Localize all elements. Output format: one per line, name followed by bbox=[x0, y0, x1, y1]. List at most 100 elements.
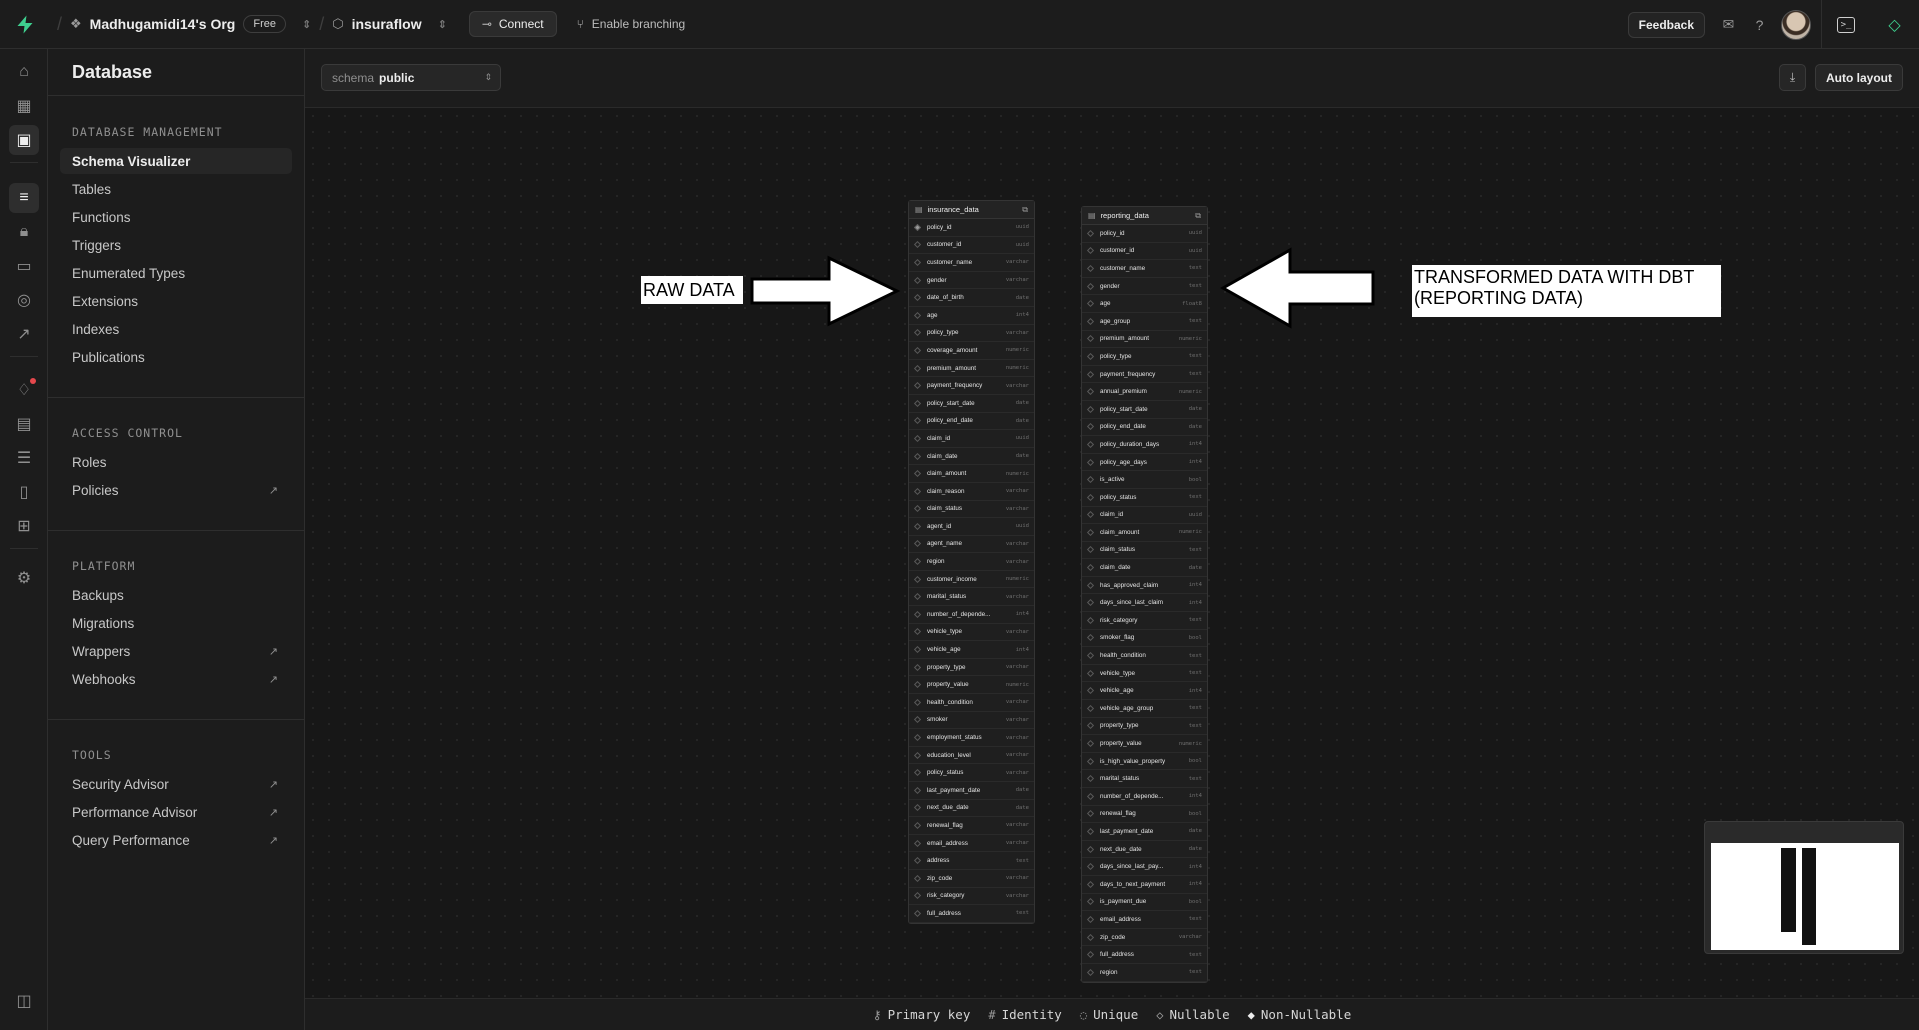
api-docs-icon[interactable]: ▯ bbox=[9, 477, 39, 507]
table-column-row[interactable]: vehicle_type varchar bbox=[909, 624, 1034, 642]
table-column-row[interactable]: health_condition text bbox=[1082, 647, 1207, 665]
table-column-row[interactable]: vehicle_type text bbox=[1082, 665, 1207, 683]
download-icon[interactable]: ⤓ bbox=[1779, 64, 1806, 91]
table-column-row[interactable]: address text bbox=[909, 852, 1034, 870]
open-table-icon[interactable]: ⧉ bbox=[1022, 205, 1028, 215]
enable-branching-button[interactable]: ⑂ Enable branching bbox=[577, 17, 686, 31]
realtime-icon[interactable]: ◎ bbox=[9, 285, 39, 315]
ai-assistant-icon[interactable]: ◇ bbox=[1870, 0, 1919, 49]
table-column-row[interactable]: marital_status text bbox=[1082, 770, 1207, 788]
table-column-row[interactable]: agent_name varchar bbox=[909, 536, 1034, 554]
table-column-row[interactable]: claim_id uuid bbox=[909, 430, 1034, 448]
table-column-row[interactable]: is_high_value_property bool bbox=[1082, 753, 1207, 771]
table-column-row[interactable]: education_level varchar bbox=[909, 747, 1034, 765]
sql-editor-icon[interactable]: ▣ bbox=[9, 125, 39, 155]
table-column-row[interactable]: payment_frequency text bbox=[1082, 366, 1207, 384]
table-column-row[interactable]: renewal_flag bool bbox=[1082, 806, 1207, 824]
table-column-row[interactable]: employment_status varchar bbox=[909, 729, 1034, 747]
org-switcher[interactable]: ❖ Madhugamidi14's Org Free ⇕ bbox=[70, 15, 311, 33]
table-column-row[interactable]: has_approved_claim int4 bbox=[1082, 577, 1207, 595]
table-column-row[interactable]: next_due_date date bbox=[1082, 841, 1207, 859]
table-column-row[interactable]: customer_income numeric bbox=[909, 571, 1034, 589]
table-column-row[interactable]: premium_amount numeric bbox=[909, 360, 1034, 378]
table-column-row[interactable]: claim_id uuid bbox=[1082, 507, 1207, 525]
nav-backups[interactable]: Backups bbox=[60, 582, 292, 608]
home-icon[interactable]: ⌂ bbox=[9, 57, 39, 87]
table-column-row[interactable]: age float8 bbox=[1082, 295, 1207, 313]
edge-functions-icon[interactable]: ↗ bbox=[9, 319, 39, 349]
table-column-row[interactable]: customer_id uuid bbox=[1082, 243, 1207, 261]
table-column-row[interactable]: health_condition varchar bbox=[909, 694, 1034, 712]
table-column-row[interactable]: policy_end_date date bbox=[1082, 419, 1207, 437]
table-column-row[interactable]: premium_amount numeric bbox=[1082, 331, 1207, 349]
settings-gear-icon[interactable]: ⚙ bbox=[9, 563, 39, 593]
table-column-row[interactable]: email_address varchar bbox=[909, 835, 1034, 853]
table-column-row[interactable]: age_group text bbox=[1082, 313, 1207, 331]
nav-webhooks[interactable]: Webhooks ↗ bbox=[60, 666, 292, 692]
table-editor-icon[interactable]: ▦ bbox=[9, 91, 39, 121]
schema-canvas[interactable]: ▤ insurance_data ⧉ policy_id uuid customer… bbox=[305, 108, 1919, 998]
table-column-row[interactable]: policy_status varchar bbox=[909, 764, 1034, 782]
table-column-row[interactable]: region text bbox=[1082, 964, 1207, 982]
advisors-icon[interactable]: ♢ bbox=[9, 375, 39, 405]
table-column-row[interactable]: is_active bool bbox=[1082, 471, 1207, 489]
nav-query-performance[interactable]: Query Performance ↗ bbox=[60, 827, 292, 853]
integrations-icon[interactable]: ⊞ bbox=[9, 511, 39, 541]
table-column-row[interactable]: next_due_date date bbox=[909, 800, 1034, 818]
chevron-updown-icon[interactable]: ⇕ bbox=[438, 18, 447, 31]
table-column-row[interactable]: vehicle_age int4 bbox=[909, 641, 1034, 659]
auth-lock-icon[interactable]: 🔒︎ bbox=[9, 217, 39, 247]
table-column-row[interactable]: policy_id uuid bbox=[1082, 225, 1207, 243]
canvas-minimap[interactable] bbox=[1704, 821, 1904, 954]
database-icon[interactable]: ≡ bbox=[9, 183, 39, 213]
nav-tables[interactable]: Tables bbox=[60, 176, 292, 202]
auto-layout-button[interactable]: Auto layout bbox=[1815, 64, 1903, 91]
table-column-row[interactable]: full_address text bbox=[909, 905, 1034, 923]
table-column-row[interactable]: number_of_depende... int4 bbox=[909, 606, 1034, 624]
table-column-row[interactable]: customer_id uuid bbox=[909, 237, 1034, 255]
nav-wrappers[interactable]: Wrappers ↗ bbox=[60, 638, 292, 664]
table-column-row[interactable]: last_payment_date date bbox=[1082, 823, 1207, 841]
storage-icon[interactable]: ▭ bbox=[9, 251, 39, 281]
table-column-row[interactable]: claim_amount numeric bbox=[909, 465, 1034, 483]
table-column-row[interactable]: policy_duration_days int4 bbox=[1082, 436, 1207, 454]
nav-migrations[interactable]: Migrations bbox=[60, 610, 292, 636]
reports-icon[interactable]: ▤ bbox=[9, 409, 39, 439]
table-column-row[interactable]: coverage_amount numeric bbox=[909, 342, 1034, 360]
table-column-row[interactable]: last_payment_date date bbox=[909, 782, 1034, 800]
sql-terminal-button[interactable]: >_ bbox=[1821, 0, 1870, 49]
table-column-row[interactable]: date_of_birth date bbox=[909, 289, 1034, 307]
table-column-row[interactable]: days_since_last_claim int4 bbox=[1082, 594, 1207, 613]
table-column-row[interactable]: property_value numeric bbox=[909, 676, 1034, 695]
table-column-row[interactable]: property_type varchar bbox=[909, 659, 1034, 677]
table-column-row[interactable]: zip_code varchar bbox=[909, 870, 1034, 888]
table-column-row[interactable]: claim_reason varchar bbox=[909, 483, 1034, 501]
table-column-row[interactable]: customer_name text bbox=[1082, 260, 1207, 278]
table-column-row[interactable]: vehicle_age int4 bbox=[1082, 682, 1207, 701]
table-column-row[interactable]: vehicle_age_group text bbox=[1082, 700, 1207, 718]
nav-enumerated-types[interactable]: Enumerated Types bbox=[60, 260, 292, 286]
table-column-row[interactable]: zip_code varchar bbox=[1082, 929, 1207, 947]
nav-performance-advisor[interactable]: Performance Advisor ↗ bbox=[60, 799, 292, 825]
table-column-row[interactable]: policy_age_days int4 bbox=[1082, 454, 1207, 472]
table-column-row[interactable]: smoker varchar bbox=[909, 712, 1034, 730]
chevron-updown-icon[interactable]: ⇕ bbox=[302, 18, 311, 31]
table-column-row[interactable]: full_address text bbox=[1082, 946, 1207, 964]
table-column-row[interactable]: days_to_next_payment int4 bbox=[1082, 876, 1207, 894]
table-column-row[interactable]: risk_category text bbox=[1082, 612, 1207, 630]
table-column-row[interactable]: claim_amount numeric bbox=[1082, 524, 1207, 542]
inbox-icon[interactable]: ✉ bbox=[1713, 16, 1744, 33]
nav-triggers[interactable]: Triggers bbox=[60, 232, 292, 258]
table-column-row[interactable]: property_type text bbox=[1082, 718, 1207, 736]
schema-select[interactable]: schema public ⇕ bbox=[321, 64, 501, 91]
nav-policies[interactable]: Policies ↗ bbox=[60, 477, 292, 503]
table-column-row[interactable]: age int4 bbox=[909, 307, 1034, 325]
nav-functions[interactable]: Functions bbox=[60, 204, 292, 230]
table-column-row[interactable]: policy_id uuid bbox=[909, 219, 1034, 237]
table-column-row[interactable]: claim_status varchar bbox=[909, 501, 1034, 519]
avatar[interactable] bbox=[1781, 9, 1811, 40]
table-column-row[interactable]: smoker_flag bool bbox=[1082, 630, 1207, 648]
table-column-row[interactable]: number_of_depende... int4 bbox=[1082, 788, 1207, 806]
supabase-logo-icon[interactable] bbox=[0, 0, 49, 49]
table-column-row[interactable]: gender text bbox=[1082, 278, 1207, 296]
